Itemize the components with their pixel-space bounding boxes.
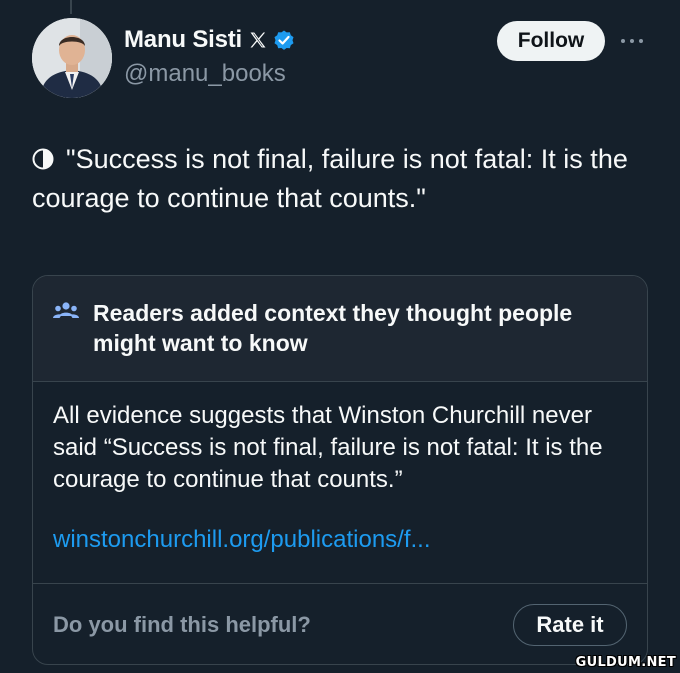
watermark: GULDUM.NET [575, 655, 676, 670]
community-note-body: All evidence suggests that Winston Churc… [53, 402, 603, 493]
tweet-header: Manu Sisti @manu_books Follow [0, 0, 680, 110]
community-note-title: Readers added context they thought peopl… [93, 300, 573, 356]
avatar-image [32, 18, 112, 98]
people-icon [52, 301, 80, 323]
user-handle[interactable]: @manu_books [124, 60, 286, 88]
display-name[interactable]: Manu Sisti [124, 26, 242, 54]
avatar[interactable] [32, 18, 112, 98]
helpful-prompt: Do you find this helpful? [53, 612, 311, 637]
x-logo-icon [248, 30, 268, 50]
tweet-text: "Success is not final, failure is not fa… [32, 140, 652, 218]
rate-it-button[interactable]: Rate it [513, 604, 627, 646]
community-note-header: Readers added context they thought peopl… [33, 276, 647, 382]
community-note-footer: Do you find this helpful? Rate it [33, 583, 647, 664]
more-horizontal-icon[interactable] [621, 37, 645, 45]
verified-badge-icon[interactable] [272, 28, 296, 52]
follow-button[interactable]: Follow [497, 21, 605, 61]
name-row: Manu Sisti [124, 26, 296, 54]
community-note-card: Readers added context they thought peopl… [32, 275, 648, 665]
tweet-body: "Success is not final, failure is not fa… [32, 144, 628, 213]
half-circle-icon [32, 142, 54, 170]
community-note-source-link[interactable]: winstonchurchill.org/publications/f... [53, 526, 431, 554]
